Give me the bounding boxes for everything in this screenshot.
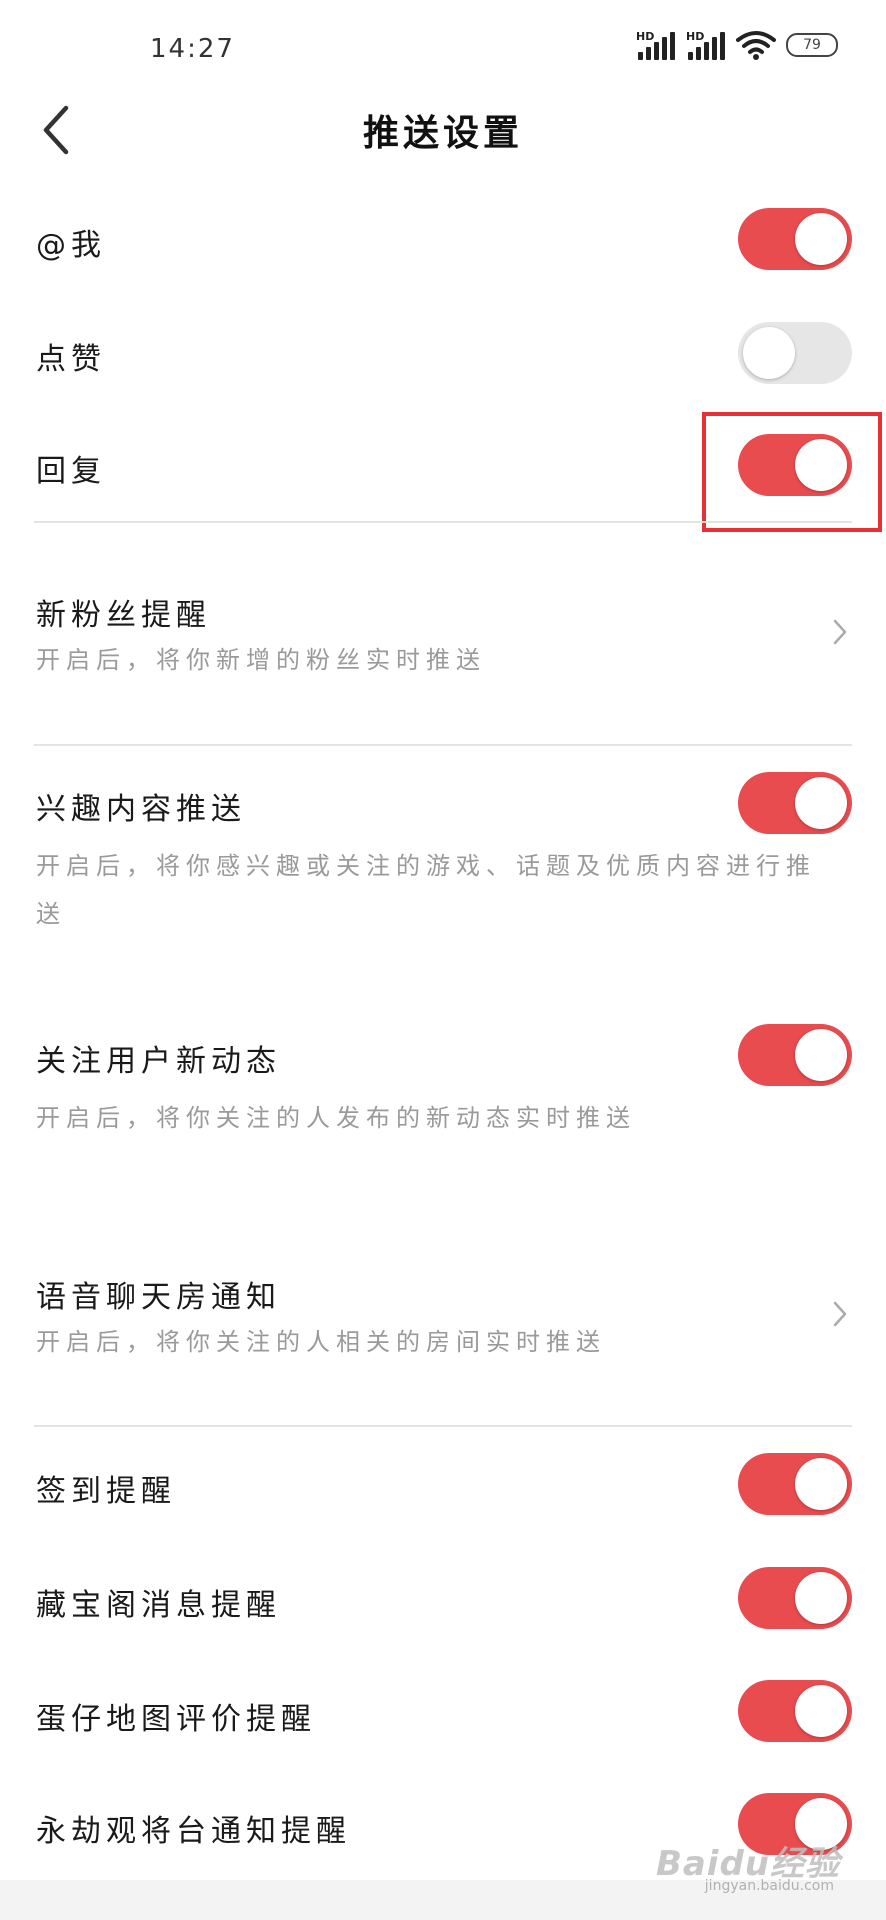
watermark-url: jingyan.baidu.com: [704, 1878, 834, 1894]
chevron-right-icon[interactable]: [830, 1299, 850, 1329]
battery-indicator: 79: [786, 33, 838, 57]
signal-hd-label: HD: [686, 30, 705, 43]
wifi-icon: [736, 31, 776, 60]
setting-label-replies: 回复: [36, 454, 106, 489]
setting-label-new-fans: 新粉丝提醒: [36, 598, 211, 633]
setting-label-interest-content: 兴趣内容推送: [36, 792, 246, 827]
toggle-followed-updates[interactable]: [738, 1024, 852, 1086]
setting-label-at-me: @我: [36, 228, 106, 263]
signal-icon: HD: [686, 30, 726, 60]
status-icons: HD HD 79: [636, 30, 838, 60]
toggle-interest-content[interactable]: [738, 772, 852, 834]
toggle-treasure-pavilion[interactable]: [738, 1567, 852, 1629]
setting-label-map-review: 蛋仔地图评价提醒: [36, 1702, 316, 1737]
signal-icon: HD: [636, 30, 676, 60]
setting-label-treasure-pavilion: 藏宝阁消息提醒: [36, 1588, 281, 1623]
setting-desc-interest-content: 开启后，将你感兴趣或关注的游戏、话题及优质内容进行推送: [36, 852, 816, 928]
toggle-at-me[interactable]: [738, 208, 852, 270]
setting-label-checkin: 签到提醒: [36, 1474, 176, 1509]
chevron-right-icon[interactable]: [830, 617, 850, 647]
setting-label-yongjie-notice: 永劫观将台通知提醒: [36, 1814, 351, 1849]
setting-label-voice-room: 语音聊天房通知: [36, 1280, 281, 1315]
setting-desc-new-fans: 开启后，将你新增的粉丝实时推送: [36, 646, 486, 674]
divider: [34, 1425, 852, 1427]
highlight-box: [702, 412, 882, 532]
divider: [34, 521, 852, 523]
page-title: 推送设置: [362, 113, 523, 154]
signal-hd-label: HD: [636, 30, 655, 43]
status-time: 14:27: [150, 34, 235, 64]
toggle-likes[interactable]: [738, 322, 852, 384]
divider: [34, 744, 852, 746]
toggle-map-review[interactable]: [738, 1680, 852, 1742]
setting-desc-followed-updates: 开启后，将你关注的人发布的新动态实时推送: [36, 1104, 636, 1132]
toggle-checkin[interactable]: [738, 1453, 852, 1515]
setting-desc-voice-room: 开启后，将你关注的人相关的房间实时推送: [36, 1328, 606, 1356]
setting-label-followed-updates: 关注用户新动态: [36, 1044, 281, 1079]
setting-label-likes: 点赞: [36, 342, 106, 377]
